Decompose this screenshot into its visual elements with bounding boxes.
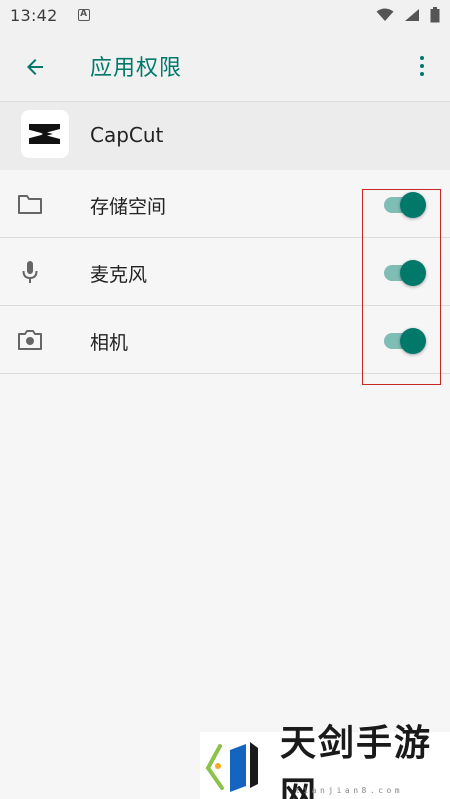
watermark-logo-icon (200, 736, 276, 796)
wifi-icon (376, 8, 394, 21)
watermark-subtext: tianjian8.com (295, 786, 404, 795)
page-title: 应用权限 (90, 56, 183, 81)
highlight-box (362, 189, 441, 385)
arrow-back-icon (27, 59, 43, 75)
folder-icon (16, 190, 44, 218)
permission-label: 麦克风 (90, 264, 148, 286)
microphone-icon (16, 258, 44, 286)
signal-icon (405, 9, 419, 21)
app-bar: 应用权限 (0, 30, 450, 102)
battery-icon (430, 7, 440, 23)
notification-icon: A (77, 9, 90, 21)
status-bar: 13:42 A (0, 0, 450, 30)
status-icons (376, 7, 440, 23)
more-vert-icon (420, 56, 424, 60)
back-button[interactable] (20, 52, 50, 82)
app-header: CapCut (0, 102, 450, 170)
permission-label: 相机 (90, 332, 129, 354)
permission-label: 存储空间 (90, 196, 167, 218)
watermark: 天剑手游网 tianjian8.com (200, 722, 450, 799)
more-options-button[interactable] (410, 50, 434, 82)
status-time: 13:42 (10, 5, 58, 25)
camera-icon (16, 326, 44, 354)
capcut-logo-icon (21, 110, 69, 158)
app-name: CapCut (90, 123, 164, 147)
screen: 13:42 A 应用权限 CapCut 存储空间 麦克风 相机 天剑手游网 ti… (0, 0, 450, 799)
